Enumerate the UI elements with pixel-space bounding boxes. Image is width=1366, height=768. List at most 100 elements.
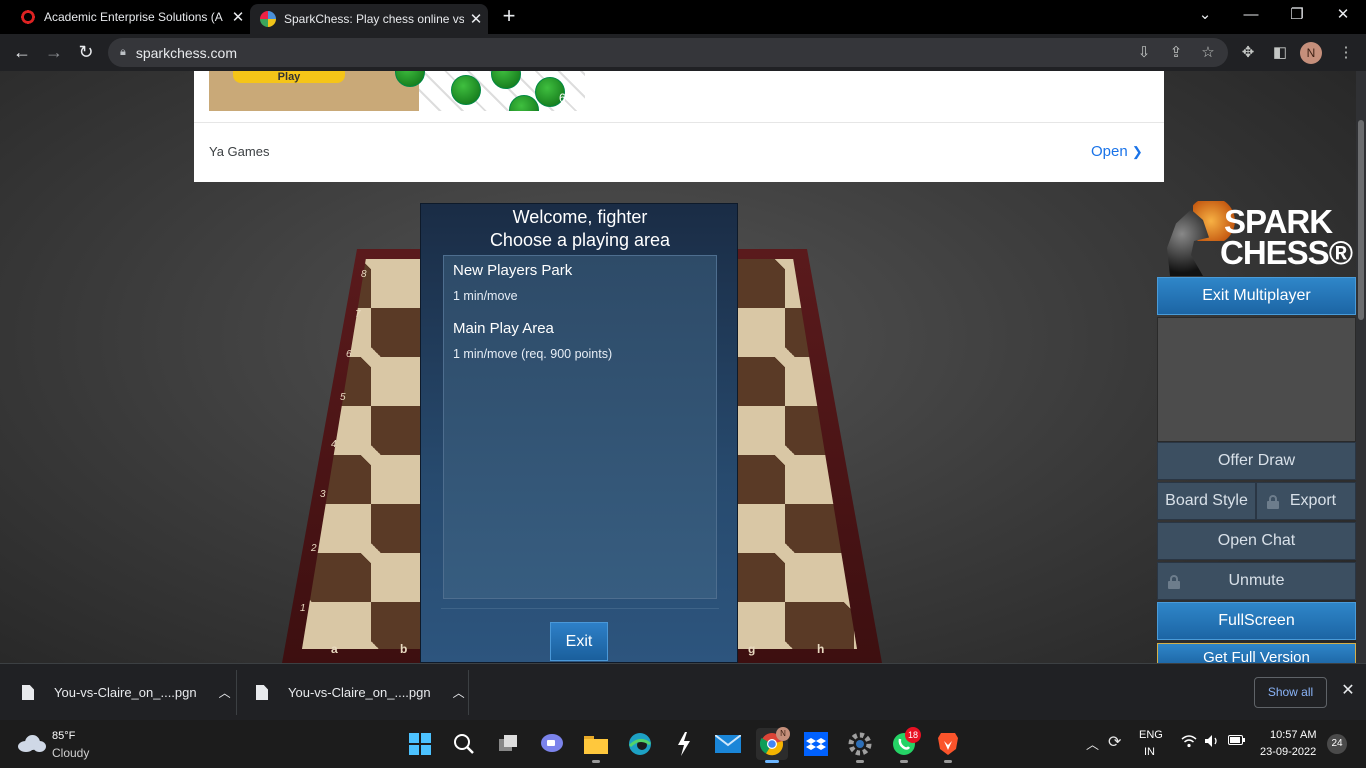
extensions-icon[interactable]: ✥ — [1236, 41, 1260, 65]
scrollbar-thumb[interactable] — [1358, 120, 1364, 320]
edge-icon[interactable] — [624, 728, 656, 760]
file-explorer-icon[interactable] — [580, 728, 612, 763]
lock-icon — [1267, 495, 1279, 509]
file-label: h — [817, 642, 825, 656]
dialog-title: Welcome, fighter — [512, 207, 648, 227]
file-label: b — [400, 642, 408, 656]
weather-temperature[interactable]: 85°F — [52, 730, 75, 742]
file-label: a — [331, 642, 338, 656]
tab-sparkchess[interactable]: SparkChess: Play chess online vs ✕ — [250, 4, 488, 34]
sync-icon[interactable]: ⟳ — [1108, 732, 1121, 752]
lock-icon — [1168, 575, 1180, 589]
dialog-divider — [441, 608, 719, 609]
close-icon[interactable]: ✕ — [1338, 681, 1358, 701]
profile-avatar[interactable]: N — [1300, 42, 1322, 64]
ad-divider — [194, 122, 1164, 123]
system-date[interactable]: 23-09-2022 — [1260, 746, 1316, 758]
battery-icon[interactable] — [1228, 734, 1246, 749]
tab-academic[interactable]: Academic Enterprise Solutions (A ✕ — [0, 0, 250, 34]
logo-text-chess: CHESS® — [1220, 234, 1353, 271]
chat-icon[interactable] — [536, 728, 568, 760]
bookmark-star-icon[interactable]: ☆ — [1196, 41, 1220, 65]
green-piece-icon — [451, 75, 481, 105]
start-windows-icon[interactable] — [404, 728, 436, 760]
divider — [236, 670, 237, 715]
side-panel-icon[interactable]: ◧ — [1268, 41, 1292, 65]
export-label: Export — [1289, 492, 1337, 509]
tab-search-icon[interactable]: ⌄ — [1182, 0, 1228, 34]
close-tab-icon[interactable]: ✕ — [226, 8, 250, 26]
download-item[interactable]: You-vs-Claire_on_....pgn ︿ — [256, 664, 465, 721]
download-filename: You-vs-Claire_on_....pgn — [54, 685, 197, 700]
chevron-up-icon[interactable]: ︿ — [219, 684, 231, 701]
ad-image[interactable]: Play 6+ — [209, 71, 585, 111]
volume-icon[interactable] — [1204, 734, 1220, 751]
app-lightning-icon[interactable] — [668, 728, 700, 760]
rank-label: 2 — [311, 543, 317, 554]
forward-icon[interactable]: → — [39, 34, 69, 71]
language-region[interactable]: IN — [1144, 746, 1155, 758]
chrome-profile-badge: N — [776, 727, 790, 741]
minimize-icon[interactable]: — — [1228, 0, 1274, 34]
browser-toolbar: ← → ↻ 🔒︎ sparkchess.com ⇩ ⇪ ☆ ✥ ◧ N ⋮ — [0, 34, 1366, 71]
ad-open-link[interactable]: Open ❯ — [1091, 143, 1143, 160]
notification-center-badge[interactable]: 24 — [1327, 734, 1347, 754]
weather-condition[interactable]: Cloudy — [52, 746, 89, 760]
area-main-play-area[interactable]: Main Play Area — [453, 320, 554, 337]
sparkchess-logo: SPARK CHESS® — [1158, 201, 1354, 277]
task-view-icon[interactable] — [492, 728, 524, 760]
offer-draw-button[interactable]: Offer Draw — [1157, 442, 1356, 480]
address-bar[interactable]: 🔒︎ sparkchess.com — [108, 38, 1228, 67]
file-icon — [256, 685, 268, 700]
brave-icon[interactable] — [932, 728, 964, 763]
notification-badge: 18 — [905, 727, 921, 743]
open-chat-button[interactable]: Open Chat — [1157, 522, 1356, 560]
install-icon[interactable]: ⇩ — [1132, 41, 1156, 65]
show-all-button[interactable]: Show all — [1254, 677, 1327, 708]
chevron-up-icon[interactable]: ︿ — [1086, 734, 1099, 753]
ad-play-button[interactable]: Play — [233, 71, 345, 83]
area-detail[interactable]: 1 min/move — [453, 289, 518, 303]
unmute-label: Unmute — [1228, 572, 1285, 589]
chat-area[interactable] — [1157, 317, 1356, 442]
tab-strip: Academic Enterprise Solutions (A ✕ Spark… — [0, 0, 1366, 34]
area-detail[interactable]: 1 min/move (req. 900 points) — [453, 347, 612, 361]
get-full-version-button[interactable]: Get Full Version — [1157, 643, 1356, 663]
wifi-icon[interactable] — [1181, 734, 1197, 751]
mail-icon[interactable] — [712, 728, 744, 760]
url-text: sparkchess.com — [135, 44, 238, 61]
unmute-button[interactable]: Unmute — [1157, 562, 1356, 600]
rank-label: 5 — [340, 392, 346, 403]
ad-banner[interactable]: Play 6+ Ya Games Open ❯ — [194, 71, 1164, 182]
board-style-button[interactable]: Board Style — [1157, 482, 1256, 520]
exit-button[interactable]: Exit — [550, 622, 608, 661]
lock-icon[interactable]: 🔒︎ — [120, 46, 126, 59]
fullscreen-button[interactable]: FullScreen — [1157, 602, 1356, 640]
reload-icon[interactable]: ↻ — [71, 34, 101, 71]
search-icon[interactable] — [448, 728, 480, 760]
system-clock[interactable]: 10:57 AM — [1270, 729, 1316, 741]
export-button[interactable]: Export — [1256, 482, 1356, 520]
file-icon — [22, 685, 34, 700]
sparkchess-favicon-icon — [260, 11, 276, 27]
menu-icon[interactable]: ⋮ — [1334, 41, 1358, 65]
language-indicator[interactable]: ENG — [1139, 729, 1163, 741]
dropbox-icon[interactable] — [800, 728, 832, 760]
new-tab-button[interactable]: + — [496, 4, 522, 30]
rank-label: 8 — [361, 269, 367, 280]
share-icon[interactable]: ⇪ — [1164, 41, 1188, 65]
playing-area-list: New Players Park 1 min/move Main Play Ar… — [443, 255, 717, 599]
close-window-icon[interactable]: ✕ — [1320, 0, 1366, 34]
cloud-icon[interactable] — [18, 734, 46, 752]
ad-counter: 6+ — [559, 91, 573, 105]
chevron-up-icon[interactable]: ︿ — [453, 684, 465, 701]
restore-icon[interactable]: ❐ — [1274, 0, 1320, 34]
back-icon[interactable]: ← — [7, 34, 37, 71]
divider — [468, 670, 469, 715]
exit-multiplayer-button[interactable]: Exit Multiplayer — [1157, 277, 1356, 315]
close-tab-icon[interactable]: ✕ — [464, 10, 488, 28]
download-item[interactable]: You-vs-Claire_on_....pgn ︿ — [22, 664, 231, 721]
settings-gear-icon[interactable] — [844, 728, 876, 763]
area-new-players-park[interactable]: New Players Park — [453, 262, 572, 279]
ad-open-label: Open — [1091, 143, 1128, 160]
